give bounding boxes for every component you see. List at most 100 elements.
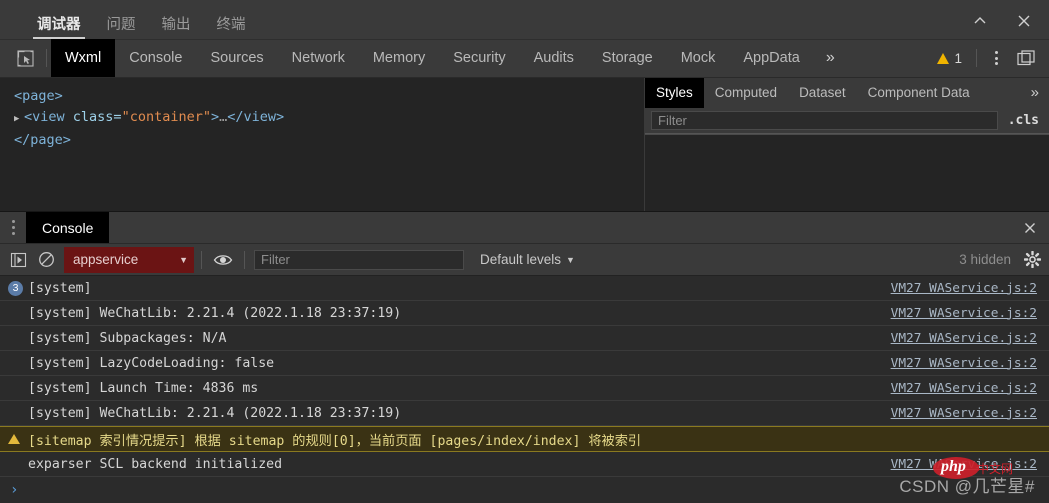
warning-count-badge[interactable]: 1 [929, 51, 970, 66]
styles-filter-input[interactable]: Filter [651, 110, 998, 130]
chevron-down-icon: ▼ [179, 254, 188, 265]
styles-rules-area[interactable] [645, 133, 1049, 211]
console-log-row[interactable]: [system] WeChatLib: 2.21.4 (2022.1.18 23… [0, 401, 1049, 426]
console-context-value: appservice [73, 252, 139, 267]
console-toolbar: appservice ▼ Filter Default levels ▼ 3 h… [0, 244, 1049, 276]
console-prompt[interactable]: › [0, 477, 1049, 503]
toggle-class-button[interactable]: .cls [998, 113, 1049, 128]
log-gutter [8, 434, 28, 444]
console-log-source-link[interactable]: VM27 WAService.js:2 [891, 306, 1037, 321]
drawer-tab-strip: Console [0, 212, 1049, 244]
tab-mock-label: Mock [680, 50, 716, 67]
tab-network[interactable]: Network [278, 39, 359, 77]
tab-storage-label: Storage [601, 50, 653, 67]
warning-triangle-icon [8, 434, 20, 444]
styles-filter-bar: Filter .cls [645, 107, 1049, 134]
panel-tab-terminal[interactable]: 终端 [204, 18, 259, 39]
drawer-tab-console-label: Console [42, 219, 94, 236]
chevron-down-icon: ▼ [566, 254, 575, 265]
more-options-icon[interactable] [983, 45, 1009, 71]
console-log-source-link[interactable]: VM27 WAService.js:2 [891, 281, 1037, 296]
expand-triangle-icon[interactable]: ▶ [14, 109, 24, 130]
console-levels-select[interactable]: Default levels ▼ [480, 252, 575, 267]
devtools-tab-strip: Wxml Console Sources Network Memory Secu… [0, 39, 1049, 78]
panel-tab-output-label: 输出 [161, 17, 191, 34]
chevron-up-icon[interactable] [961, 6, 999, 36]
elements-panel: <page> ▶ <view class= "container" >… </view>… [0, 77, 1049, 212]
warning-count-label: 1 [954, 50, 962, 66]
tab-dataset[interactable]: Dataset [788, 78, 857, 108]
console-log-text: [system] Launch Time: 4836 ms [28, 380, 259, 396]
more-tabs-icon[interactable]: » [814, 49, 847, 67]
tab-memory[interactable]: Memory [359, 39, 439, 77]
tab-styles[interactable]: Styles [645, 77, 704, 108]
console-log-source-link[interactable]: VM27 WAService.js:2 [891, 356, 1037, 371]
console-log-source-link[interactable]: VM27 WAService.js:2 [891, 406, 1037, 421]
wxml-line[interactable]: </page> [14, 130, 644, 151]
close-icon[interactable] [1005, 6, 1043, 36]
tab-wxml[interactable]: Wxml [51, 39, 116, 78]
tab-console[interactable]: Console [115, 39, 196, 77]
live-expression-icon[interactable] [209, 247, 237, 273]
console-log-source-link[interactable]: VM27 WAService.js:2 [891, 331, 1037, 346]
toolbar-divider [201, 250, 202, 269]
tab-computed[interactable]: Computed [704, 78, 788, 108]
clear-console-icon[interactable] [32, 247, 60, 273]
console-log-row[interactable]: [system] Launch Time: 4836 ms VM27 WASer… [0, 376, 1049, 401]
console-filter-placeholder: Filter [261, 252, 290, 267]
gear-icon[interactable] [1017, 251, 1047, 268]
tab-component-data-label: Component Data [867, 85, 970, 101]
console-log-text: [system] WeChatLib: 2.21.4 (2022.1.18 23… [28, 405, 402, 421]
tab-appdata-label: AppData [743, 50, 800, 67]
console-log-text: [system] WeChatLib: 2.21.4 (2022.1.18 23… [28, 305, 402, 321]
tab-appdata[interactable]: AppData [729, 39, 813, 77]
panel-tab-debugger[interactable]: 调试器 [24, 18, 94, 39]
console-log-row[interactable]: exparser SCL backend initialized VM27 WA… [0, 452, 1049, 477]
wxml-line[interactable]: <page> [14, 86, 644, 107]
console-log-row[interactable]: 3 [system] VM27 WAService.js:2 [0, 276, 1049, 301]
tab-console-label: Console [129, 50, 183, 67]
tab-network-label: Network [291, 50, 345, 67]
wxml-token: </view> [227, 108, 285, 125]
console-filter-input[interactable]: Filter [254, 249, 464, 270]
wxml-line[interactable]: ▶ <view class= "container" >… </view> [14, 107, 644, 130]
tab-sources-label: Sources [210, 50, 264, 67]
console-log-source-link[interactable]: VM27 WAService.js:2 [891, 381, 1037, 396]
inspect-element-icon[interactable] [8, 39, 42, 77]
tab-computed-label: Computed [714, 85, 778, 101]
toolbar-divider [46, 49, 47, 68]
console-log-row[interactable]: [system] Subpackages: N/A VM27 WAService… [0, 326, 1049, 351]
tab-storage[interactable]: Storage [588, 39, 667, 77]
wxml-token: <page> [14, 87, 63, 104]
tab-audits[interactable]: Audits [520, 39, 588, 77]
toolbar-divider [976, 49, 977, 68]
dock-position-icon[interactable] [1011, 45, 1041, 71]
styles-tab-strip: Styles Computed Dataset Component Data » [645, 77, 1049, 108]
console-warning-row[interactable]: [sitemap 索引情况提示] 根据 sitemap 的规则[0]，当前页面 … [0, 426, 1049, 452]
console-log-text: [system] Subpackages: N/A [28, 330, 227, 346]
drag-handle-icon[interactable] [0, 212, 26, 243]
tab-security[interactable]: Security [439, 39, 519, 77]
tab-sources[interactable]: Sources [196, 39, 277, 77]
wxml-token: … [219, 108, 228, 125]
console-log-source-link[interactable]: VM27 WAService.js:2 [891, 457, 1037, 472]
panel-tab-debugger-label: 调试器 [37, 17, 81, 34]
wxml-tree[interactable]: <page> ▶ <view class= "container" >… </view>… [0, 77, 645, 211]
tab-mock[interactable]: Mock [667, 39, 730, 77]
panel-tab-output[interactable]: 输出 [149, 18, 204, 39]
styles-sidebar: Styles Computed Dataset Component Data »… [645, 77, 1049, 211]
panel-tab-problems-label: 问题 [106, 17, 136, 34]
styles-more-tabs-icon[interactable]: » [1021, 78, 1049, 108]
close-icon[interactable] [1011, 212, 1049, 243]
console-context-select[interactable]: appservice ▼ [64, 246, 194, 273]
drawer-tab-console[interactable]: Console [26, 212, 110, 243]
console-messages[interactable]: 3 [system] VM27 WAService.js:2 [system] … [0, 276, 1049, 503]
console-log-text: [system] [28, 280, 92, 296]
tab-component-data[interactable]: Component Data [857, 78, 981, 108]
panel-tab-problems[interactable]: 问题 [94, 18, 149, 39]
console-log-row[interactable]: [system] LazyCodeLoading: false VM27 WAS… [0, 351, 1049, 376]
hidden-messages-count: 3 hidden [959, 252, 1011, 267]
execute-context-icon[interactable] [4, 247, 32, 273]
console-prompt-marker: › [10, 482, 19, 498]
console-log-row[interactable]: [system] WeChatLib: 2.21.4 (2022.1.18 23… [0, 301, 1049, 326]
